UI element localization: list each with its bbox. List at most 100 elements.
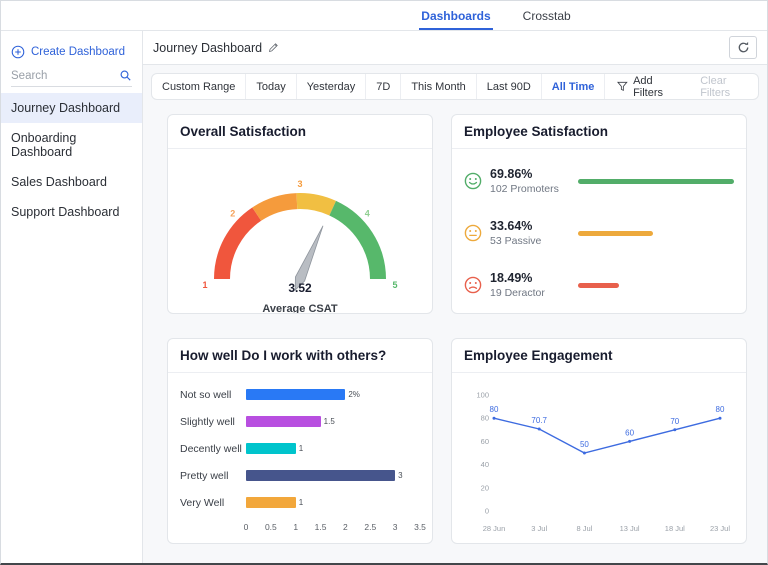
bar-value-label: 3: [398, 471, 403, 480]
satisfaction-percent: 69.86%: [490, 167, 533, 181]
satisfaction-row: 69.86% 102 Promoters: [464, 155, 734, 207]
add-filters-label: Add Filters: [633, 74, 664, 99]
filter-range-7d[interactable]: 7D: [366, 74, 402, 99]
svg-text:13 Jul: 13 Jul: [620, 524, 640, 533]
card-title: Employee Engagement: [452, 339, 746, 373]
svg-text:3: 3: [297, 179, 302, 189]
add-filters-button[interactable]: Add Filters: [617, 75, 684, 99]
card-overall-satisfaction: Overall Satisfaction 1 2 3 4 5 3.52 Average CS…: [167, 114, 433, 314]
sidebar-item-sales-dashboard[interactable]: Sales Dashboard: [1, 167, 142, 197]
x-tick-label: 0: [243, 522, 249, 532]
sidebar-item-support-dashboard[interactable]: Support Dashboard: [1, 197, 142, 227]
refresh-button[interactable]: [729, 36, 757, 59]
svg-text:80: 80: [716, 405, 725, 414]
bar: [246, 389, 346, 400]
card-title: Overall Satisfaction: [168, 115, 432, 149]
svg-text:100: 100: [476, 391, 489, 400]
card-how-well: How well Do I work with others? Not so w…: [167, 338, 433, 544]
filter-range-last-90d[interactable]: Last 90D: [477, 74, 542, 99]
dashboard-header: Journey Dashboard: [143, 31, 767, 65]
sidebar-item-journey-dashboard[interactable]: Journey Dashboard: [1, 93, 142, 123]
top-navigation: Dashboards Crosstab: [1, 1, 767, 31]
card-employee-engagement: Employee Engagement 0 20 40 60 80 100 28 Jun 3 …: [451, 338, 747, 544]
bar-chart: Not so well 2% Slightly well 1.5 Decentl…: [168, 373, 432, 543]
svg-text:28 Jun: 28 Jun: [483, 524, 506, 533]
svg-text:50: 50: [580, 440, 589, 449]
line-chart: 0 20 40 60 80 100 28 Jun 3 Jul 8 Jul 13 Jul 18 Jul…: [452, 373, 746, 543]
satisfaction-bar: [578, 230, 654, 236]
filter-range-yesterday[interactable]: Yesterday: [297, 74, 367, 99]
date-range-group: Custom Range Today Yesterday 7D This Month La…: [152, 74, 606, 99]
bar-row: Very Well 1: [180, 489, 420, 516]
main-panel: Journey Dashboard Custom Range Today Yeste…: [143, 31, 767, 563]
search-input[interactable]: [11, 69, 119, 82]
svg-text:18 Jul: 18 Jul: [665, 524, 685, 533]
satisfaction-bar: [578, 282, 620, 288]
satisfaction-label: 102 Promoters: [490, 183, 559, 195]
tab-dashboards[interactable]: Dashboards: [419, 1, 493, 30]
svg-text:70.7: 70.7: [531, 416, 547, 425]
content-area: Create Dashboard Journey DashboardOnboar…: [1, 31, 767, 563]
bar-row: Pretty well 3: [180, 462, 420, 489]
create-dashboard-button[interactable]: Create Dashboard: [1, 41, 142, 67]
filter-range-all-time[interactable]: All Time: [542, 74, 606, 99]
sidebar-item-onboarding-dashboard[interactable]: Onboarding Dashboard: [1, 123, 142, 167]
bar: [246, 443, 296, 454]
bar-value-label: 1: [298, 444, 304, 453]
bar-category-label: Very Well: [180, 496, 225, 509]
card-employee-satisfaction: Employee Satisfaction 69.86% 102 Promote…: [451, 114, 747, 314]
svg-text:1: 1: [202, 280, 207, 290]
bar: [246, 497, 296, 508]
svg-text:80: 80: [481, 414, 489, 423]
satisfaction-bar: [578, 178, 734, 184]
svg-text:5: 5: [392, 280, 397, 290]
gauge-chart: 1 2 3 4 5 3.52 Average CSAT: [168, 149, 432, 313]
x-tick-label: 3.5: [414, 522, 426, 532]
search-icon[interactable]: [119, 69, 132, 82]
clear-filters-button[interactable]: Clear Filters: [700, 75, 758, 99]
bar-category-label: Not so well: [180, 388, 232, 401]
x-tick-label: 2: [343, 522, 348, 532]
smile-face-icon: [464, 172, 482, 190]
svg-text:23 Jul: 23 Jul: [710, 524, 730, 533]
svg-text:2: 2: [230, 209, 235, 219]
svg-text:80: 80: [490, 405, 499, 414]
bar-row: Not so well 2%: [180, 381, 420, 408]
x-axis: 0 0.5 1 1.5 2 2.5 3 3.5: [243, 520, 426, 536]
top-tabs: Dashboards Crosstab: [419, 1, 572, 30]
bar: [246, 470, 396, 481]
satisfaction-percent: 18.49%: [490, 271, 533, 285]
sidebar-search: [11, 69, 132, 87]
satisfaction-label: 19 Deractor: [490, 287, 545, 299]
bar-category-label: Pretty well: [180, 469, 229, 482]
line-chart-svg: 02040608010028 Jun 3 Jul 8 Jul 13 Jul 18 Jul…: [476, 391, 730, 534]
svg-text:4: 4: [365, 209, 370, 219]
bar: [246, 416, 321, 427]
sidebar: Create Dashboard Journey DashboardOnboar…: [1, 31, 143, 563]
frown-face-icon: [464, 276, 482, 294]
edit-pencil-icon[interactable]: [268, 42, 279, 53]
filter-range-today[interactable]: Today: [246, 74, 297, 99]
neutral-face-icon: [464, 224, 482, 242]
bar-value-label: 1.5: [323, 417, 335, 426]
svg-text:0: 0: [485, 507, 489, 516]
create-dashboard-label: Create Dashboard: [31, 46, 125, 58]
bar-category-label: Slightly well: [180, 415, 235, 428]
cards-grid: Overall Satisfaction 1 2 3 4 5 3.52 Average CS…: [143, 100, 767, 563]
svg-text:40: 40: [481, 460, 489, 469]
bar-row: Decently well 1: [180, 435, 420, 462]
satisfaction-row: 33.64% 53 Passive: [464, 207, 734, 259]
svg-text:20: 20: [481, 483, 489, 492]
card-title: Employee Satisfaction: [452, 115, 746, 149]
app-window: Dashboards Crosstab Create Dashboard Jour…: [0, 0, 768, 565]
bar-category-label: Decently well: [180, 442, 242, 455]
bar-value-label: 1: [298, 498, 304, 507]
funnel-icon: [617, 81, 629, 92]
filter-range-custom-range[interactable]: Custom Range: [152, 74, 247, 99]
satisfaction-row: 18.49% 19 Deractor: [464, 259, 734, 311]
filter-range-this-month[interactable]: This Month: [401, 74, 477, 99]
satisfaction-percent: 33.64%: [490, 219, 533, 233]
svg-text:3.52: 3.52: [288, 281, 312, 295]
bar-value-label: 2%: [348, 390, 360, 399]
tab-crosstab[interactable]: Crosstab: [521, 1, 573, 30]
